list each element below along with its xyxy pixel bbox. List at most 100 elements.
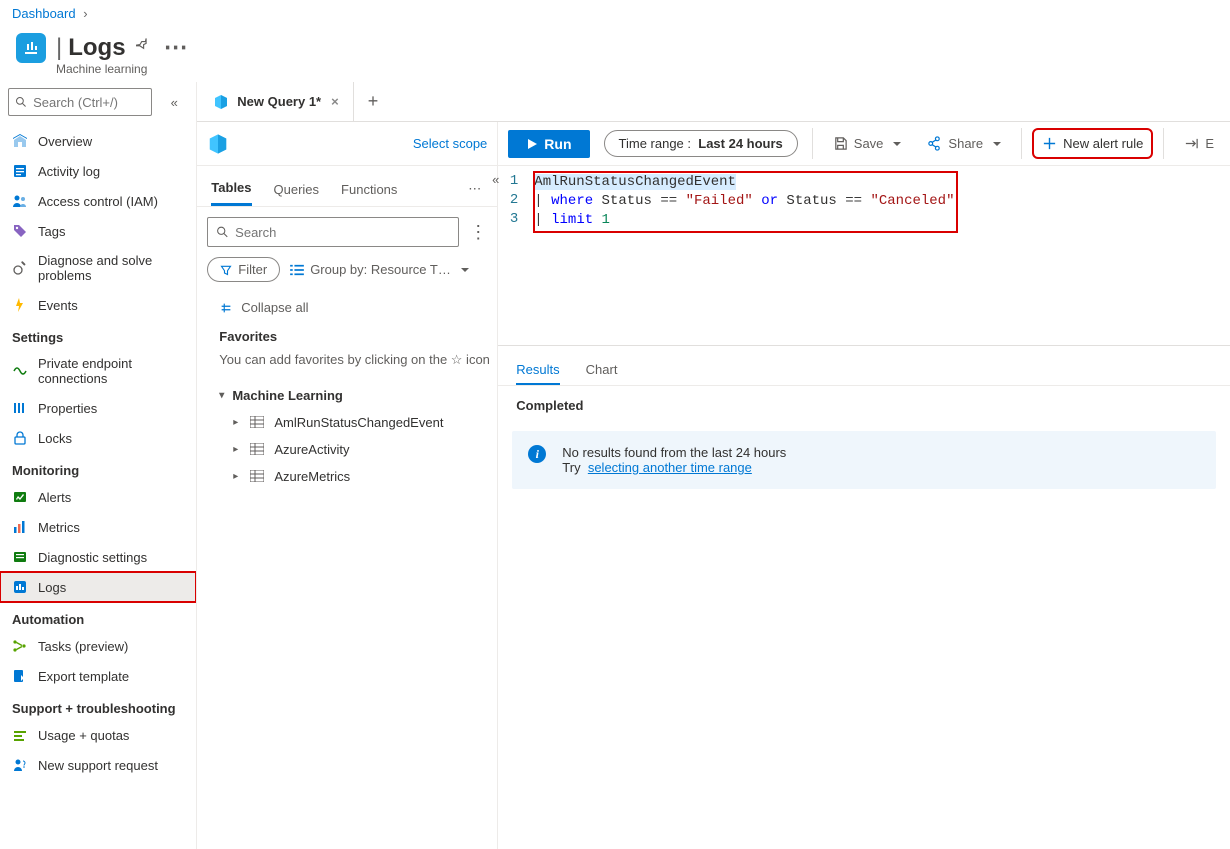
sidebar-search[interactable]: [8, 88, 152, 116]
collapse-all-button[interactable]: Collapse all: [219, 294, 493, 321]
nav-support-request[interactable]: New support request: [0, 750, 196, 780]
breadcrumb-root[interactable]: Dashboard: [12, 6, 76, 21]
nav-section-settings: Settings: [0, 320, 196, 349]
nav-label: Export template: [38, 669, 129, 684]
filter-label: Filter: [238, 262, 267, 277]
favorites-heading: Favorites: [219, 321, 493, 348]
iam-icon: [12, 193, 28, 209]
export-icon: [12, 668, 28, 684]
diagnose-icon: [12, 260, 28, 276]
schema-search-input[interactable]: [235, 225, 450, 240]
chevron-down-icon: [457, 262, 469, 277]
nav-label: Diagnose and solve problems: [38, 253, 184, 283]
nav-tags[interactable]: Tags: [0, 216, 196, 246]
breadcrumb: Dashboard ›: [0, 0, 1230, 27]
nav-label: Logs: [38, 580, 66, 595]
close-tab-icon[interactable]: ×: [329, 94, 341, 109]
nav-diagnose[interactable]: Diagnose and solve problems: [0, 246, 196, 290]
panel-tab-queries[interactable]: Queries: [274, 174, 320, 205]
share-button[interactable]: Share: [921, 132, 1007, 155]
nav-access-control[interactable]: Access control (IAM): [0, 186, 196, 216]
schema-more-icon[interactable]: ⋮: [469, 222, 487, 243]
nav-label: Alerts: [38, 490, 71, 505]
nav-locks[interactable]: Locks: [0, 423, 196, 453]
kql-editor[interactable]: 1 2 3 AmlRunStatusChangedEvent | where S…: [498, 166, 1230, 346]
pin-icon[interactable]: [132, 33, 154, 55]
page-title: Logs: [68, 34, 125, 62]
play-icon: [526, 138, 538, 150]
table-node[interactable]: AzureActivity: [219, 436, 493, 463]
scope-cube-icon: [207, 133, 229, 155]
tags-icon: [12, 223, 28, 239]
chart-tab[interactable]: Chart: [586, 356, 618, 385]
nav-section-monitoring: Monitoring: [0, 453, 196, 482]
time-range-picker[interactable]: Time range : Last 24 hours: [604, 130, 798, 157]
chevron-down-icon: [889, 136, 901, 151]
tree-node-machine-learning[interactable]: Machine Learning: [219, 384, 493, 409]
select-scope-link[interactable]: Select scope: [413, 136, 487, 151]
table-label: AmlRunStatusChangedEvent: [274, 415, 443, 430]
nav-events[interactable]: Events: [0, 290, 196, 320]
nav-overview[interactable]: Overview: [0, 126, 196, 156]
alerts-icon: [12, 489, 28, 505]
query-tabs: New Query 1* × +: [197, 82, 1230, 122]
nav-label: New support request: [38, 758, 158, 773]
no-results-info: i No results found from the last 24 hour…: [512, 431, 1216, 489]
run-label: Run: [544, 136, 571, 152]
nav-activity-log[interactable]: Activity log: [0, 156, 196, 186]
info-icon: i: [528, 445, 546, 463]
search-icon: [15, 95, 27, 109]
nav-logs[interactable]: Logs: [0, 572, 196, 602]
table-label: AzureActivity: [274, 442, 349, 457]
nav-label: Diagnostic settings: [38, 550, 147, 565]
nav-metrics[interactable]: Metrics: [0, 512, 196, 542]
run-button[interactable]: Run: [508, 130, 589, 158]
table-node[interactable]: AmlRunStatusChangedEvent: [219, 409, 493, 436]
metrics-icon: [12, 519, 28, 535]
nav-properties[interactable]: Properties: [0, 393, 196, 423]
schema-search[interactable]: [207, 217, 459, 247]
page-subtitle: Machine learning: [56, 62, 147, 76]
new-alert-rule-button[interactable]: New alert rule: [1036, 132, 1149, 155]
new-query-tab[interactable]: +: [354, 91, 393, 112]
overview-icon: [12, 133, 28, 149]
sidebar-collapse-button[interactable]: «: [160, 95, 188, 110]
nav-export-template[interactable]: Export template: [0, 661, 196, 691]
query-tab[interactable]: New Query 1* ×: [201, 82, 353, 121]
nav-label: Private endpoint connections: [38, 356, 184, 386]
left-nav: « Overview Activity log Access control (…: [0, 82, 197, 849]
select-time-range-link[interactable]: selecting another time range: [588, 460, 752, 475]
separator: [1163, 128, 1164, 159]
more-icon[interactable]: ⋯: [160, 29, 192, 66]
usage-icon: [12, 727, 28, 743]
table-node[interactable]: AzureMetrics: [219, 463, 493, 490]
nav-diagnostic-settings[interactable]: Diagnostic settings: [0, 542, 196, 572]
support-icon: [12, 757, 28, 773]
info-message: No results found from the last 24 hours: [562, 445, 786, 460]
sidebar-search-input[interactable]: [33, 95, 145, 110]
group-by-dropdown[interactable]: Group by: Resource T…: [290, 262, 469, 277]
nav-private-endpoint[interactable]: Private endpoint connections: [0, 349, 196, 393]
export-arrow-icon: [1184, 136, 1199, 151]
chevron-down-icon: [989, 136, 1001, 151]
resource-icon: [16, 33, 46, 63]
tasks-icon: [12, 638, 28, 654]
export-button[interactable]: E: [1178, 132, 1220, 155]
query-status: Completed: [498, 386, 1230, 425]
nav-usage-quotas[interactable]: Usage + quotas: [0, 720, 196, 750]
nav-tasks[interactable]: Tasks (preview): [0, 631, 196, 661]
plus-icon: [1042, 136, 1057, 151]
panel-tab-tables[interactable]: Tables: [211, 172, 251, 206]
panel-tabs-more[interactable]: ⋯: [468, 181, 483, 197]
nav-label: Tags: [38, 224, 65, 239]
panel-tab-functions[interactable]: Functions: [341, 174, 397, 205]
nav-alerts[interactable]: Alerts: [0, 482, 196, 512]
endpoint-icon: [12, 363, 28, 379]
nav-section-support: Support + troubleshooting: [0, 691, 196, 720]
filter-button[interactable]: Filter: [207, 257, 280, 282]
nav-label: Activity log: [38, 164, 100, 179]
save-button[interactable]: Save: [827, 132, 908, 155]
share-icon: [927, 136, 942, 151]
favorites-hint: You can add favorites by clicking on the…: [219, 348, 493, 384]
results-tab[interactable]: Results: [516, 356, 559, 385]
